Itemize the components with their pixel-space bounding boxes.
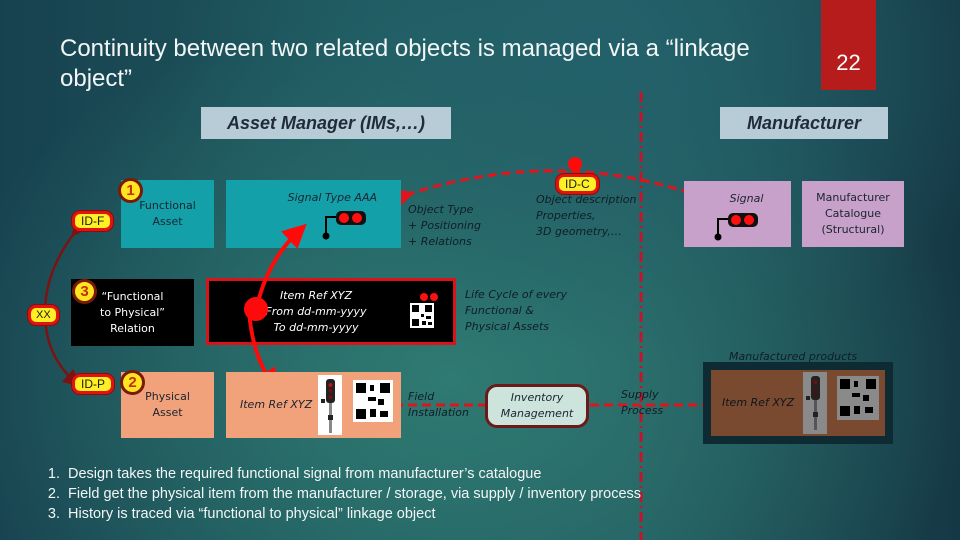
footer-item-2: Field get the physical item from the man…	[64, 484, 641, 504]
catalogue-label-2: Catalogue	[825, 207, 881, 220]
signal-type-box[interactable]: Signal Type AAA	[226, 180, 401, 248]
footer-notes: Design takes the required functional sig…	[38, 464, 641, 524]
id-c-anchor	[568, 157, 582, 171]
id-p-tag: ID-P	[72, 374, 114, 394]
f2p-label-3: Relation	[110, 321, 155, 335]
linkage-item-ref: Item Ref XYZ	[279, 288, 353, 302]
inventory-label-2: Management	[500, 407, 574, 420]
linkage-qr-icon	[410, 293, 438, 328]
object-description-note: Object description Properties, 3D geometry…	[536, 193, 637, 238]
field-installation-note: Field Installation	[408, 390, 469, 419]
footer-item-1: Design takes the required functional sig…	[64, 464, 641, 484]
signal-type-label: Signal Type AAA	[287, 191, 377, 204]
f2p-label-1: “Functional	[101, 289, 164, 303]
f2p-label-2: to Physical”	[100, 305, 165, 319]
id-f-tag: ID-F	[72, 211, 114, 231]
manufactured-products-panel: Item Ref XYZ	[703, 362, 893, 444]
connector-layer	[43, 92, 743, 540]
id-c-tag: ID-C	[556, 174, 599, 194]
life-cycle-note: Life Cycle of every Functional & Physical …	[465, 288, 568, 333]
step-1-badge: 1	[118, 178, 143, 203]
functional-asset-label-2: Asset	[152, 215, 183, 228]
physical-item-label: Item Ref XYZ	[240, 398, 313, 411]
inventory-management-box[interactable]: Inventory Management	[485, 384, 589, 428]
manufactured-signal-qr-icon	[803, 372, 879, 434]
linkage-to-date: To dd-mm-yyyy	[273, 320, 359, 334]
physical-asset-label-1: Physical	[145, 390, 190, 403]
manufacturer-signal-icon	[714, 213, 758, 241]
functional-asset-label-1: Functional	[139, 199, 196, 212]
xx-tag: XX	[28, 305, 59, 325]
manufactured-item-label: Item Ref XYZ	[722, 396, 795, 409]
physical-signal-qr-icon	[318, 375, 393, 435]
step-2-badge: 2	[120, 370, 145, 395]
catalogue-label-3: (Structural)	[821, 223, 885, 236]
object-type-note: Object Type + Positioning + Relations	[408, 203, 481, 248]
catalogue-label-1: Manufacturer	[816, 191, 890, 204]
manufacturer-catalogue-box[interactable]: Manufacturer Catalogue (Structural)	[802, 181, 904, 247]
linkage-from-date: From dd-mm-yyyy	[265, 304, 367, 318]
manufacturer-signal-label: Signal	[729, 192, 764, 205]
supply-process-note: Supply Process	[621, 388, 664, 417]
physical-asset-label-2: Asset	[152, 406, 183, 419]
signal-icon	[322, 211, 366, 240]
footer-item-3: History is traced via “functional to phy…	[64, 504, 641, 524]
inventory-label-1: Inventory	[510, 391, 564, 404]
step-3-badge: 3	[72, 279, 97, 304]
